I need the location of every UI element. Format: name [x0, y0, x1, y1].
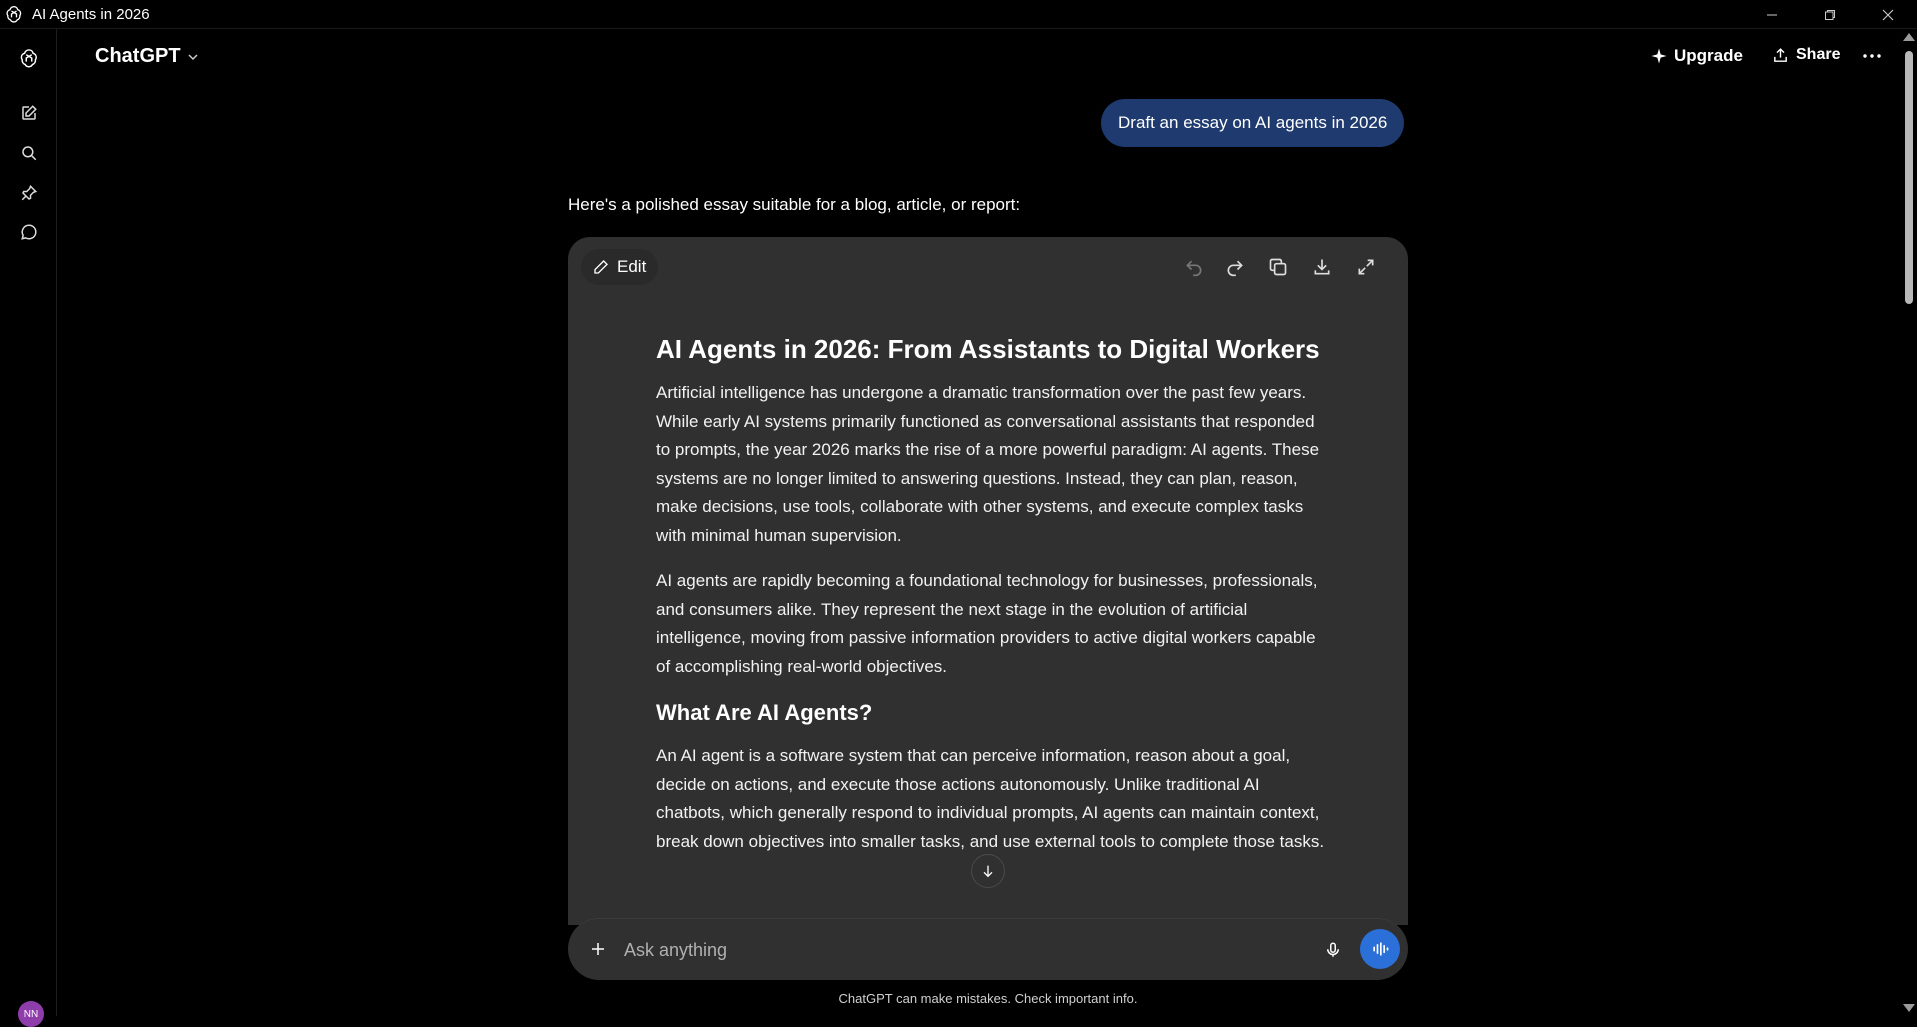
model-label: ChatGPT	[95, 45, 181, 67]
expand-button[interactable]	[1354, 255, 1378, 279]
scroll-to-bottom-button[interactable]	[971, 854, 1005, 888]
assistant-intro-text: Here's a polished essay suitable for a b…	[568, 195, 1021, 214]
canvas-document-card: Edit AI Agents in 2026: From Assistants …	[568, 237, 1408, 925]
expand-icon	[1358, 259, 1374, 275]
user-message-bubble: Draft an essay on AI agents in 2026	[1101, 99, 1405, 147]
share-label: Share	[1796, 46, 1841, 63]
document-paragraph: Artificial intelligence has undergone a …	[656, 383, 1320, 545]
title-bar: AI Agents in 2026	[0, 0, 1917, 29]
sidebar-rail: NN	[0, 29, 57, 1027]
share-button[interactable]: Share	[1772, 46, 1840, 64]
restore-icon	[1825, 9, 1835, 20]
more-icon	[1863, 54, 1881, 58]
voice-mode-button[interactable]	[1360, 929, 1400, 969]
document-content[interactable]: AI Agents in 2026: From Assistants to Di…	[656, 332, 1326, 873]
minimize-icon	[1767, 14, 1777, 15]
waveform-icon	[1373, 942, 1389, 956]
model-picker[interactable]: ChatGPT	[95, 45, 199, 68]
more-options-button[interactable]	[1862, 46, 1882, 66]
close-window-button[interactable]	[1859, 0, 1917, 29]
pin-icon[interactable]	[15, 179, 43, 207]
chatgpt-home-icon[interactable]	[15, 44, 43, 72]
undo-icon	[1186, 260, 1202, 277]
scrollbar-thumb[interactable]	[1905, 51, 1913, 304]
close-icon	[1882, 9, 1894, 20]
scroll-down-arrow-icon[interactable]	[1903, 1004, 1915, 1012]
edit-button[interactable]: Edit	[581, 249, 659, 285]
document-heading: What Are AI Agents?	[656, 700, 873, 725]
arrow-down-icon	[983, 865, 993, 878]
disclaimer-text: ChatGPT can make mistakes. Check importa…	[838, 991, 1138, 1006]
chevron-down-icon	[188, 53, 198, 60]
pencil-icon	[594, 260, 608, 274]
chat-bubble-icon[interactable]	[15, 218, 43, 246]
document-paragraph: AI agents are rapidly becoming a foundat…	[656, 571, 1318, 676]
edit-label: Edit	[617, 257, 647, 276]
restore-button[interactable]	[1801, 0, 1859, 29]
plus-icon	[592, 943, 604, 955]
download-icon	[1314, 259, 1330, 275]
search-icon[interactable]	[15, 139, 43, 167]
redo-button[interactable]	[1223, 255, 1247, 279]
window-controls	[1743, 0, 1917, 29]
document-title: AI Agents in 2026: From Assistants to Di…	[656, 334, 1320, 364]
user-message-text: Draft an essay on AI agents in 2026	[1118, 113, 1388, 132]
window-title: AI Agents in 2026	[32, 5, 150, 23]
dictate-button[interactable]	[1320, 937, 1346, 963]
copy-icon	[1269, 258, 1287, 276]
microphone-icon	[1327, 942, 1339, 957]
document-paragraph: An AI agent is a software system that ca…	[656, 746, 1325, 851]
sparkle-icon	[1651, 48, 1667, 64]
redo-icon	[1227, 260, 1243, 277]
avatar[interactable]: NN	[18, 1001, 44, 1027]
attach-button[interactable]	[586, 937, 610, 961]
copy-button[interactable]	[1266, 255, 1290, 279]
scroll-up-arrow-icon[interactable]	[1903, 33, 1915, 41]
download-button[interactable]	[1310, 255, 1334, 279]
minimize-button[interactable]	[1743, 0, 1801, 29]
message-input[interactable]	[624, 933, 1264, 967]
upgrade-button[interactable]: Upgrade	[1650, 46, 1743, 66]
chatgpt-logo-icon	[4, 4, 24, 24]
undo-button[interactable]	[1182, 255, 1206, 279]
new-chat-icon[interactable]	[15, 99, 43, 127]
composer	[568, 918, 1408, 980]
upgrade-label: Upgrade	[1674, 46, 1743, 65]
share-icon	[1774, 47, 1787, 62]
page-scrollbar[interactable]	[1900, 29, 1917, 1016]
